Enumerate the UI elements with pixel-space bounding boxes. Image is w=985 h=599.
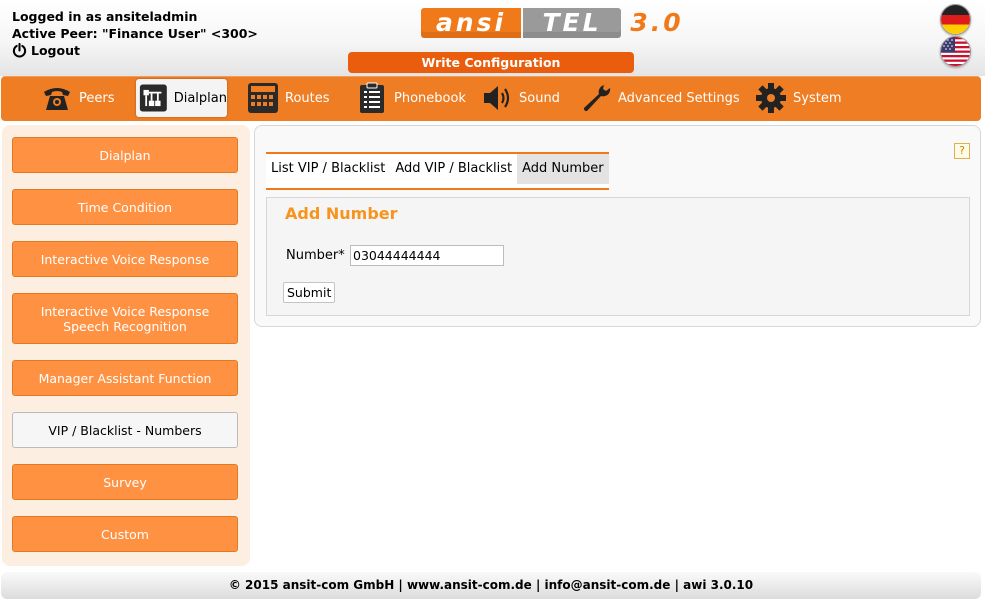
sidebar-item-ivr-speech-recognition[interactable]: Interactive Voice Response Speech Recogn… [12, 293, 238, 344]
nav-dialplan[interactable]: Dialplan [136, 79, 227, 117]
sidebar-item-manager-assistant[interactable]: Manager Assistant Function [12, 360, 238, 396]
form-title: Add Number [285, 204, 398, 223]
nav-sound[interactable]: Sound [481, 79, 560, 117]
nav-advanced-settings[interactable]: Advanced Settings [580, 79, 740, 117]
write-configuration-button[interactable]: Write Configuration [348, 52, 634, 73]
active-peer-text: Active Peer: "Finance User" <300> [12, 26, 258, 41]
dialplan-icon [139, 84, 167, 112]
login-info: Logged in as ansiteladmin Active Peer: "… [12, 8, 258, 59]
sidebar-item-survey[interactable]: Survey [12, 464, 238, 500]
gear-icon [756, 83, 786, 113]
tab-add-number[interactable]: Add Number [517, 154, 609, 184]
nav-sound-label: Sound [519, 90, 560, 106]
nav-routes[interactable]: Routes [247, 79, 330, 117]
tab-list-vip-blacklist[interactable]: List VIP / Blacklist [266, 154, 390, 184]
main-navigation: Peers Dialplan Routes Phonebook Sound Ad… [1, 76, 981, 121]
nav-system[interactable]: System [755, 79, 841, 117]
nav-system-label: System [793, 90, 842, 106]
logo-part-ansi: ansi [421, 8, 521, 38]
phonebook-icon [360, 82, 384, 113]
flag-germany-icon[interactable] [940, 4, 971, 35]
nav-phonebook-label: Phonebook [394, 90, 466, 106]
logo-part-tel: TEL [523, 8, 621, 38]
sidebar: Dialplan Time Condition Interactive Voic… [2, 125, 250, 566]
sidebar-item-custom[interactable]: Custom [12, 516, 238, 552]
header: Logged in as ansiteladmin Active Peer: "… [0, 0, 985, 76]
help-icon[interactable]: ? [954, 143, 970, 159]
wrench-icon [583, 84, 611, 112]
routes-icon [248, 83, 278, 113]
add-number-form: Add Number Number* Submit [266, 197, 970, 316]
nav-routes-label: Routes [285, 90, 330, 106]
number-input[interactable] [350, 245, 504, 266]
sidebar-item-time-condition[interactable]: Time Condition [12, 189, 238, 225]
nav-phonebook[interactable]: Phonebook [356, 79, 466, 117]
number-label: Number* [286, 248, 345, 263]
nav-advanced-settings-label: Advanced Settings [618, 90, 740, 106]
tab-add-vip-blacklist[interactable]: Add VIP / Blacklist [390, 154, 517, 184]
sidebar-item-vip-blacklist[interactable]: VIP / Blacklist - Numbers [12, 412, 238, 448]
sidebar-item-ivr[interactable]: Interactive Voice Response [12, 241, 238, 277]
sidebar-item-dialplan[interactable]: Dialplan [12, 137, 238, 173]
logout-label: Logout [31, 43, 80, 58]
nav-dialplan-label: Dialplan [173, 90, 227, 106]
power-icon [12, 43, 27, 58]
ansitel-logo: ansi TEL 3.0 [421, 8, 683, 42]
submit-button[interactable]: Submit [283, 282, 336, 303]
logo-version: 3.0 [630, 8, 684, 37]
nav-peers-label: Peers [79, 90, 115, 106]
speaker-icon [484, 86, 510, 110]
nav-peers[interactable]: Peers [41, 79, 115, 117]
flag-usa-icon[interactable] [940, 36, 971, 67]
logged-in-text: Logged in as ansiteladmin [12, 9, 198, 24]
logout-link[interactable]: Logout [12, 42, 258, 59]
main-content: ? List VIP / Blacklist Add VIP / Blackli… [254, 125, 981, 327]
telephone-icon [44, 88, 70, 110]
tab-bar: List VIP / Blacklist Add VIP / Blacklist… [266, 152, 609, 190]
footer: © 2015 ansit-com GmbH | www.ansit-com.de… [1, 572, 981, 599]
